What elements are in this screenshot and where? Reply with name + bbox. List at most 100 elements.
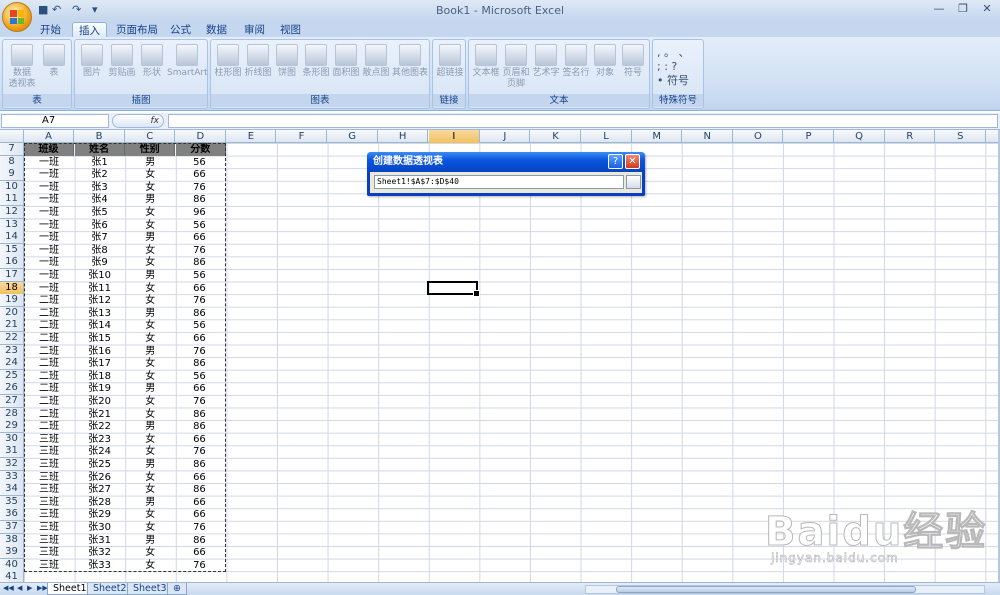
table-cell[interactable]: 张30 [75, 521, 125, 534]
table-cell[interactable]: 女 [125, 332, 175, 345]
table-cell[interactable]: 女 [125, 546, 175, 559]
table-cell[interactable]: 66 [176, 332, 226, 345]
table-cell[interactable]: 66 [176, 546, 226, 559]
formula-input[interactable] [168, 114, 998, 128]
insert-function-button[interactable]: fx [112, 114, 164, 128]
column-header-s[interactable]: S [936, 130, 986, 143]
table-cell[interactable]: 二班 [24, 294, 74, 307]
row-header-16[interactable]: 16 [0, 256, 24, 270]
row-header-8[interactable]: 8 [0, 155, 24, 169]
table-cell[interactable]: 女 [125, 408, 175, 421]
table-cell[interactable]: 66 [176, 496, 226, 509]
table-cell[interactable]: 86 [176, 483, 226, 496]
table-cell[interactable]: 张15 [75, 332, 125, 345]
range-input[interactable]: Sheet1!$A$7:$D$40 [374, 175, 624, 189]
column-header-k[interactable]: K [531, 130, 581, 143]
table-cell[interactable]: 86 [176, 408, 226, 421]
table-cell[interactable]: 张31 [75, 534, 125, 547]
row-header-22[interactable]: 22 [0, 332, 24, 345]
table-cell[interactable]: 三班 [24, 534, 74, 547]
table-cell[interactable]: 男 [125, 269, 175, 282]
scatter-chart-button[interactable]: 散点图 [361, 44, 391, 79]
column-header-q[interactable]: Q [835, 130, 885, 143]
row-header-32[interactable]: 32 [0, 458, 24, 471]
table-cell[interactable]: 一班 [24, 193, 74, 206]
table-cell[interactable]: 张4 [75, 193, 125, 206]
table-cell[interactable]: 二班 [24, 408, 74, 421]
table-cell[interactable]: 女 [125, 508, 175, 521]
table-cell[interactable]: 三班 [24, 471, 74, 484]
table-cell[interactable]: 56 [176, 219, 226, 232]
row-header-30[interactable]: 30 [0, 432, 24, 446]
horizontal-scrollbar[interactable] [585, 585, 985, 594]
minimize-icon[interactable]: — [928, 2, 950, 17]
table-cell[interactable]: 女 [125, 168, 175, 181]
table-cell[interactable]: 男 [125, 345, 175, 358]
table-cell[interactable]: 张27 [75, 483, 125, 496]
row-header-28[interactable]: 28 [0, 407, 24, 421]
table-cell[interactable]: 男 [125, 496, 175, 509]
column-header-l[interactable]: L [582, 130, 632, 143]
column-header-j[interactable]: J [480, 130, 531, 143]
header-footer-button[interactable]: 页眉和 页脚 [501, 44, 531, 90]
shapes-button[interactable]: 形状 [139, 44, 165, 79]
table-cell[interactable]: 56 [176, 156, 226, 169]
table-cell[interactable]: 76 [176, 521, 226, 534]
column-header-o[interactable]: O [733, 130, 784, 143]
table-cell[interactable]: 86 [176, 307, 226, 320]
table-cell[interactable]: 86 [176, 420, 226, 433]
sheet-tab-sheet1[interactable]: Sheet1 [47, 583, 93, 595]
row-header-31[interactable]: 31 [0, 445, 24, 459]
pivot-table-button[interactable]: 数据 透视表 [7, 44, 37, 90]
table-cell[interactable]: 女 [125, 483, 175, 496]
table-cell[interactable]: 二班 [24, 370, 74, 383]
table-cell[interactable]: 二班 [24, 382, 74, 395]
table-cell[interactable]: 66 [176, 231, 226, 244]
table-cell[interactable]: 张5 [75, 206, 125, 219]
table-cell[interactable]: 96 [176, 206, 226, 219]
table-cell[interactable]: 一班 [24, 168, 74, 181]
row-header-7[interactable]: 7 [0, 143, 24, 156]
row-header-37[interactable]: 37 [0, 521, 24, 534]
table-cell[interactable]: 76 [176, 559, 226, 572]
name-box[interactable]: A7 [1, 114, 109, 128]
row-header-38[interactable]: 38 [0, 533, 24, 547]
row-header-18[interactable]: 18 [0, 281, 24, 295]
row-header-9[interactable]: 9 [0, 168, 24, 182]
table-cell[interactable]: 张19 [75, 382, 125, 395]
table-cell[interactable]: 76 [176, 294, 226, 307]
table-cell[interactable]: 张11 [75, 282, 125, 295]
table-header-cell[interactable]: 班级 [24, 143, 74, 156]
table-cell[interactable]: 张24 [75, 445, 125, 458]
row-header-13[interactable]: 13 [0, 218, 24, 232]
table-cell[interactable]: 女 [125, 319, 175, 332]
table-header-cell[interactable]: 性别 [125, 143, 176, 156]
sheet-tab-sheet2[interactable]: Sheet2 [87, 583, 133, 595]
table-cell[interactable]: 66 [176, 282, 226, 295]
table-cell[interactable]: 86 [176, 357, 226, 370]
table-header-cell[interactable]: 分数 [175, 143, 226, 156]
table-cell[interactable]: 三班 [24, 496, 74, 509]
table-cell[interactable]: 张12 [75, 294, 125, 307]
table-cell[interactable]: 一班 [24, 206, 74, 219]
column-header-f[interactable]: F [277, 130, 327, 143]
column-header-m[interactable]: M [632, 130, 683, 143]
table-cell[interactable]: 女 [125, 282, 175, 295]
tab-data[interactable]: 数据 [200, 22, 233, 38]
row-header-14[interactable]: 14 [0, 231, 24, 245]
table-cell[interactable]: 三班 [24, 458, 74, 471]
tab-home[interactable]: 开始 [34, 22, 67, 38]
table-cell[interactable]: 女 [125, 471, 175, 484]
table-cell[interactable]: 张21 [75, 408, 125, 421]
table-cell[interactable]: 二班 [24, 307, 74, 320]
tab-insert[interactable]: 插入 [72, 22, 107, 38]
table-cell[interactable]: 女 [125, 559, 175, 572]
smartart-button[interactable]: SmartArt [167, 44, 208, 79]
table-cell[interactable]: 张18 [75, 370, 125, 383]
table-cell[interactable]: 76 [176, 345, 226, 358]
table-cell[interactable]: 一班 [24, 256, 74, 269]
row-header-26[interactable]: 26 [0, 382, 24, 396]
table-cell[interactable]: 张33 [75, 559, 125, 572]
table-cell[interactable]: 男 [125, 307, 175, 320]
active-cell[interactable] [427, 281, 480, 297]
